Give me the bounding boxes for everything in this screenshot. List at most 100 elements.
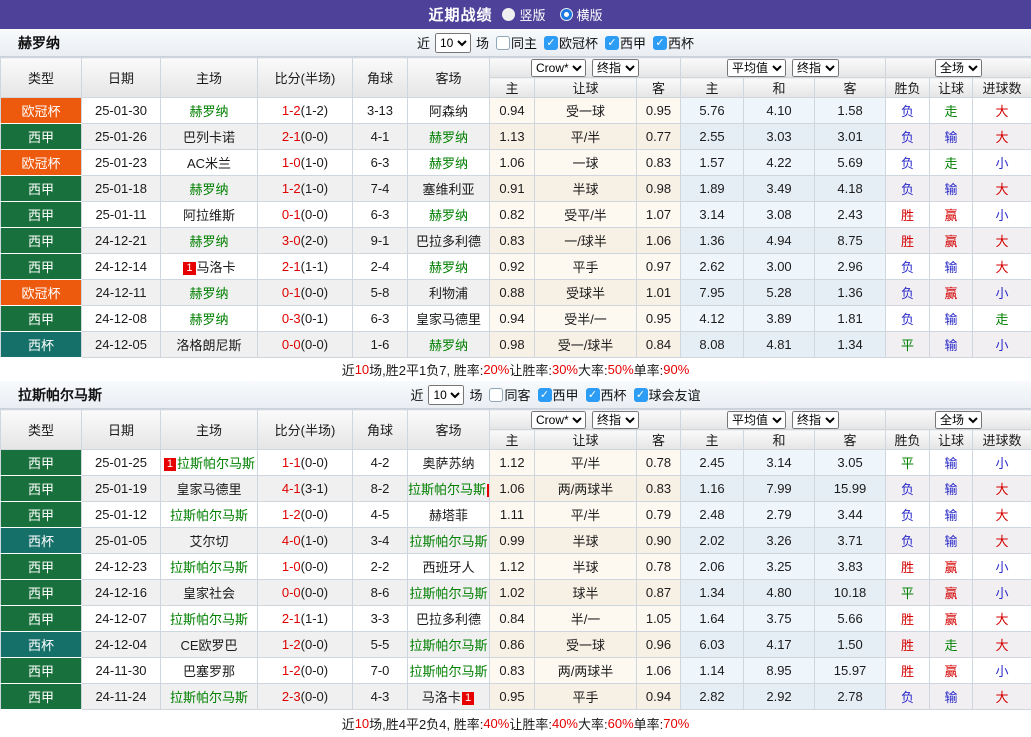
euro-draw-avg: 3.03	[744, 124, 815, 150]
team-name-link[interactable]: 阿森纳	[429, 104, 468, 119]
team-name-link[interactable]: 拉斯帕尔马斯	[409, 664, 487, 679]
team-name-link[interactable]: 皇家马德里	[176, 482, 241, 497]
team-name-link[interactable]: 马洛卡	[197, 260, 236, 275]
asian-handicap-line: 两/两球半	[535, 658, 637, 684]
league-checkbox[interactable]: ✓球会友谊	[634, 385, 701, 404]
checkbox-icon[interactable]: ✓	[586, 388, 600, 402]
halftime-score: (0-0)	[301, 637, 328, 652]
match-count-select[interactable]: 10	[428, 385, 464, 405]
asian-bookmaker-select[interactable]: Crow*	[531, 411, 586, 429]
euro-bookmaker-select[interactable]: 平均值	[727, 411, 786, 429]
team-name-link[interactable]: AC米兰	[187, 156, 231, 171]
league-checkbox[interactable]: ✓西杯	[653, 33, 694, 52]
league-badge: 西甲	[1, 580, 82, 606]
team-name-link[interactable]: 利物浦	[429, 286, 468, 301]
league-checkbox[interactable]: ✓西甲	[538, 385, 579, 404]
result-goals-value: 大	[996, 130, 1009, 145]
result-handicap: 输	[930, 332, 973, 358]
team-name-link[interactable]: 拉斯帕尔马斯	[409, 638, 487, 653]
radio-vertical-icon[interactable]	[502, 8, 515, 21]
team-name-link[interactable]: 洛格朗尼斯	[176, 338, 241, 353]
checkbox-icon[interactable]: ✓	[634, 388, 648, 402]
team-name-link[interactable]: 拉斯帕尔马斯	[170, 508, 248, 523]
checkbox-icon[interactable]: ✓	[544, 36, 558, 50]
team-name-link[interactable]: 赫罗纳	[189, 286, 228, 301]
column-header: 类型	[1, 410, 82, 450]
checkbox-icon[interactable]: ✓	[653, 36, 667, 50]
team-name-link[interactable]: 赫罗纳	[429, 338, 468, 353]
checkbox-icon[interactable]	[496, 36, 510, 50]
team-name-link[interactable]: 拉斯帕尔马斯	[408, 482, 486, 497]
halftime-score: (0-0)	[301, 585, 328, 600]
team-name-link[interactable]: 塞维利亚	[422, 182, 474, 197]
asian-stage-select[interactable]: 终指	[592, 59, 639, 77]
match-row: 西甲25-01-11阿拉维斯0-1(0-0)6-3赫罗纳0.82受平/半1.07…	[1, 202, 1031, 228]
team-name-link[interactable]: 拉斯帕尔马斯	[170, 560, 248, 575]
team-name-link[interactable]: 拉斯帕尔马斯	[177, 456, 255, 471]
halftime-score: (0-0)	[301, 285, 328, 300]
team-name-link[interactable]: 赫罗纳	[189, 234, 228, 249]
euro-bookmaker-select[interactable]: 平均值	[727, 59, 786, 77]
result-outcome: 平	[886, 332, 930, 358]
team-cell: 巴列卡诺	[161, 124, 258, 150]
team-name-link[interactable]: 拉斯帕尔马斯	[409, 586, 487, 601]
asian-away-odds: 0.95	[637, 98, 681, 124]
match-count-select[interactable]: 10	[435, 33, 471, 53]
checkbox-icon[interactable]: ✓	[605, 36, 619, 50]
league-checkbox[interactable]: ✓西杯	[586, 385, 627, 404]
euro-stage-select[interactable]: 终指	[792, 59, 839, 77]
league-badge: 西杯	[1, 332, 82, 358]
checkbox-icon[interactable]: ✓	[538, 388, 552, 402]
team-name-link[interactable]: CE欧罗巴	[180, 638, 237, 653]
fulltime-score: 1-0	[282, 559, 301, 574]
corner-score: 8-2	[353, 476, 408, 502]
asian-stage-select[interactable]: 终指	[592, 411, 639, 429]
league-checkbox-label: 欧冠杯	[559, 33, 598, 52]
asian-bookmaker-select[interactable]: Crow*	[531, 59, 586, 77]
euro-home-avg: 2.48	[681, 502, 744, 528]
team-name-link[interactable]: 西班牙人	[422, 560, 474, 575]
team-name-link[interactable]: 拉斯帕尔马斯	[409, 534, 487, 549]
team-name-link[interactable]: 赫罗纳	[429, 208, 468, 223]
team-name-link[interactable]: 拉斯帕尔马斯	[170, 612, 248, 627]
euro-away-avg: 3.71	[815, 528, 886, 554]
team-name-link[interactable]: 马洛卡	[422, 690, 461, 705]
team-name-link[interactable]: 艾尔切	[189, 534, 228, 549]
result-scope-select[interactable]: 全场	[935, 59, 982, 77]
radio-horizontal-icon[interactable]	[560, 8, 573, 21]
team-cell: 皇家马德里	[161, 476, 258, 502]
fulltime-score: 1-2	[282, 663, 301, 678]
team-name-link[interactable]: 巴拉多利德	[416, 612, 481, 627]
team-name-link[interactable]: 赫罗纳	[429, 156, 468, 171]
euro-away-avg: 2.78	[815, 684, 886, 710]
team-name-link[interactable]: 皇家马德里	[416, 312, 481, 327]
radio-horizontal[interactable]: 横版	[560, 5, 603, 24]
team-name-link[interactable]: 赫塔菲	[429, 508, 468, 523]
team-name-link[interactable]: 皇家社会	[183, 586, 235, 601]
team-name-link[interactable]: 拉斯帕尔马斯	[170, 690, 248, 705]
team-name-link[interactable]: 赫罗纳	[189, 312, 228, 327]
team-cell: 赫罗纳	[408, 254, 490, 280]
checkbox-icon[interactable]	[489, 388, 503, 402]
euro-stage-select[interactable]: 终指	[792, 411, 839, 429]
league-checkbox[interactable]: ✓欧冠杯	[544, 33, 598, 52]
team-name-link[interactable]: 阿拉维斯	[183, 208, 235, 223]
team-name-link[interactable]: 巴列卡诺	[183, 130, 235, 145]
team-name-link[interactable]: 奥萨苏纳	[422, 456, 474, 471]
team-name-link[interactable]: 赫罗纳	[189, 104, 228, 119]
team-name-link[interactable]: 赫罗纳	[429, 260, 468, 275]
match-date: 24-12-05	[82, 332, 161, 358]
league-checkbox[interactable]: ✓西甲	[605, 33, 646, 52]
team-name-link[interactable]: 巴拉多利德	[416, 234, 481, 249]
result-goals-value: 小	[996, 664, 1009, 679]
match-score: 3-0(2-0)	[258, 228, 353, 254]
radio-vertical[interactable]: 竖版	[502, 5, 545, 24]
euro-draw-avg: 8.95	[744, 658, 815, 684]
team-name-link[interactable]: 赫罗纳	[429, 130, 468, 145]
result-outcome-value: 负	[901, 286, 914, 301]
result-scope-select[interactable]: 全场	[935, 411, 982, 429]
team-name-link[interactable]: 赫罗纳	[189, 182, 228, 197]
same-venue-checkbox[interactable]: 同客	[489, 385, 530, 404]
same-venue-checkbox[interactable]: 同主	[496, 33, 537, 52]
team-name-link[interactable]: 巴塞罗那	[183, 664, 235, 679]
